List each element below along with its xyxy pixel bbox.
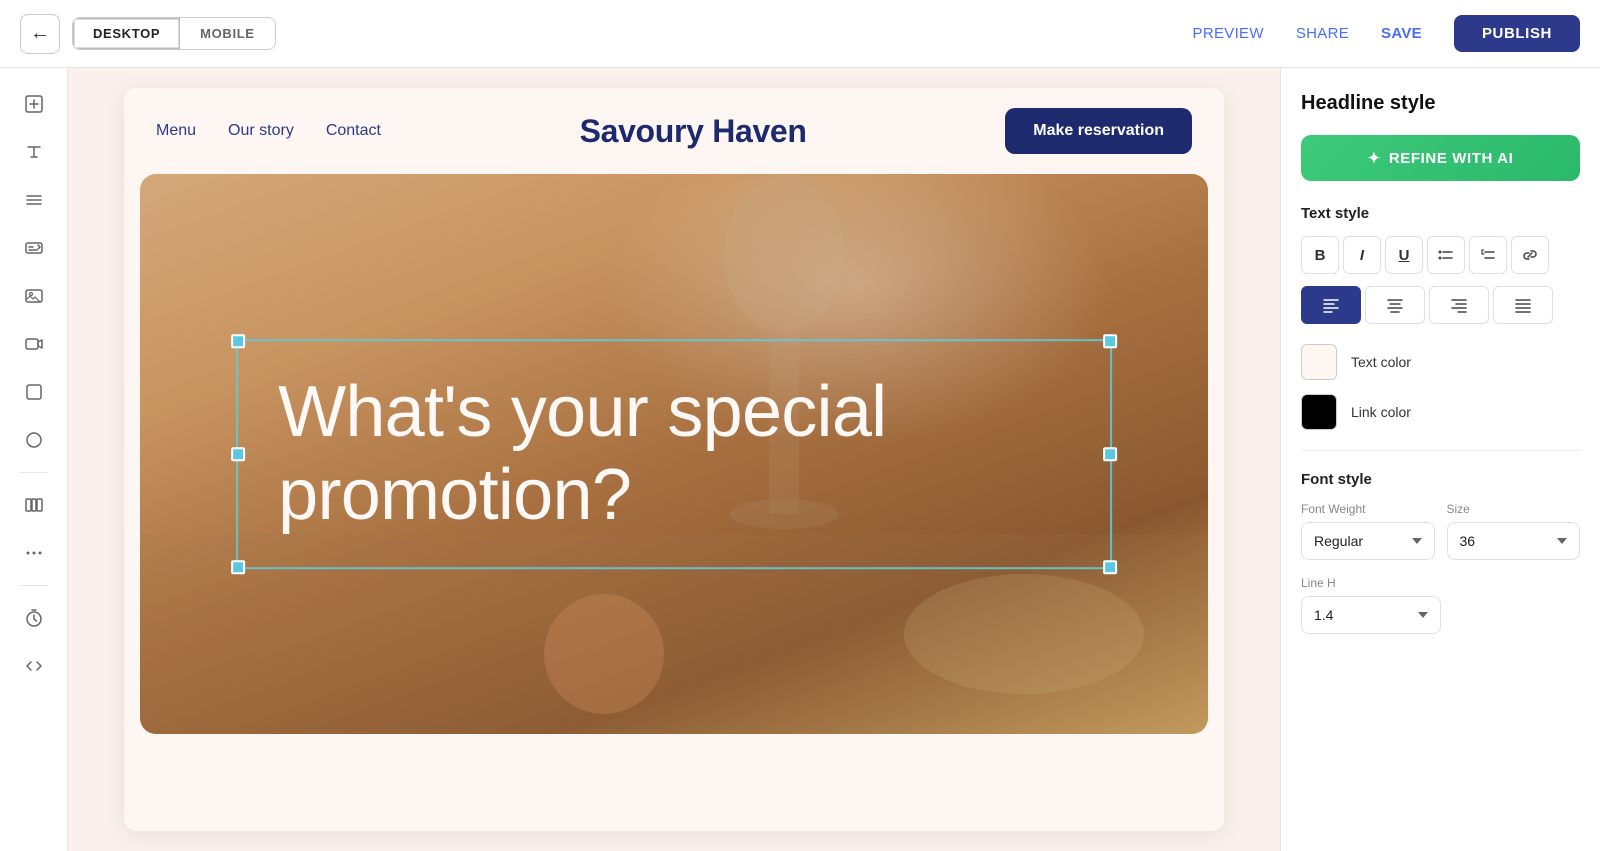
text-color-label: Text color bbox=[1351, 354, 1411, 370]
bullet-list-button[interactable] bbox=[1427, 236, 1465, 274]
alignment-toolbar bbox=[1301, 286, 1580, 324]
link-color-label: Link color bbox=[1351, 404, 1411, 420]
sidebar-divider-1 bbox=[20, 472, 48, 473]
text-style-section-label: Text style bbox=[1301, 205, 1580, 222]
font-size-field: Size 36 12 14 16 18 24 28 32 40 48 56 64… bbox=[1447, 502, 1581, 560]
panel-divider bbox=[1301, 450, 1580, 451]
preview-link[interactable]: PREVIEW bbox=[1193, 25, 1264, 42]
contact-nav-link[interactable]: Contact bbox=[326, 122, 381, 140]
line-height-select[interactable]: 1.4 1.0 1.1 1.2 1.3 1.5 1.6 1.8 2.0 bbox=[1301, 596, 1441, 634]
hero-text-box[interactable]: What's your special promotion? bbox=[236, 339, 1112, 569]
website-frame: Menu Our story Contact Savoury Haven Mak… bbox=[124, 88, 1224, 831]
line-height-section: Line H 1.4 1.0 1.1 1.2 1.3 1.5 1.6 1.8 2… bbox=[1301, 576, 1580, 634]
site-nav: Menu Our story Contact Savoury Haven Mak… bbox=[124, 88, 1224, 174]
image-icon[interactable] bbox=[14, 276, 54, 316]
font-size-label: Size bbox=[1447, 502, 1581, 516]
our-story-nav-link[interactable]: Our story bbox=[228, 122, 294, 140]
refine-ai-button[interactable]: ✦ REFINE WITH AI bbox=[1301, 135, 1580, 181]
ai-icon: ✦ bbox=[1368, 149, 1381, 167]
view-toggle: DESKTOP MOBILE bbox=[72, 17, 276, 50]
timer-icon[interactable] bbox=[14, 598, 54, 638]
code-icon[interactable] bbox=[14, 646, 54, 686]
italic-button[interactable]: I bbox=[1343, 236, 1381, 274]
hero-container: What's your special promotion? bbox=[140, 174, 1208, 734]
circle-icon[interactable] bbox=[14, 420, 54, 460]
main-layout: Menu Our story Contact Savoury Haven Mak… bbox=[0, 68, 1600, 851]
panel-title: Headline style bbox=[1301, 92, 1580, 115]
back-icon: ← bbox=[30, 22, 50, 45]
resize-handle-bl[interactable] bbox=[231, 560, 245, 574]
ordered-list-button[interactable] bbox=[1469, 236, 1507, 274]
menu-nav-link[interactable]: Menu bbox=[156, 122, 196, 140]
bold-button[interactable]: B bbox=[1301, 236, 1339, 274]
topbar-left: ← DESKTOP MOBILE bbox=[20, 14, 276, 54]
columns-icon[interactable] bbox=[14, 485, 54, 525]
box-icon[interactable] bbox=[14, 372, 54, 412]
caption-icon[interactable] bbox=[14, 228, 54, 268]
refine-ai-label: REFINE WITH AI bbox=[1389, 150, 1514, 167]
topbar: ← DESKTOP MOBILE PREVIEW SHARE SAVE PUBL… bbox=[0, 0, 1600, 68]
video-icon[interactable] bbox=[14, 324, 54, 364]
publish-button[interactable]: PUBLISH bbox=[1454, 15, 1580, 52]
underline-button[interactable]: U bbox=[1385, 236, 1423, 274]
text-color-row: Text color bbox=[1301, 344, 1580, 380]
add-section-icon[interactable] bbox=[14, 84, 54, 124]
font-style-grid: Font Weight Regular Thin Light Medium Se… bbox=[1301, 502, 1580, 560]
canvas-area: Menu Our story Contact Savoury Haven Mak… bbox=[68, 68, 1280, 851]
share-link[interactable]: SHARE bbox=[1296, 25, 1349, 42]
resize-handle-tr[interactable] bbox=[1103, 334, 1117, 348]
font-size-select[interactable]: 36 12 14 16 18 24 28 32 40 48 56 64 72 bbox=[1447, 522, 1581, 560]
align-left-button[interactable] bbox=[1301, 286, 1361, 324]
make-reservation-button[interactable]: Make reservation bbox=[1005, 108, 1192, 154]
brand-name: Savoury Haven bbox=[381, 113, 1005, 150]
back-button[interactable]: ← bbox=[20, 14, 60, 54]
mobile-view-button[interactable]: MOBILE bbox=[180, 18, 274, 49]
font-weight-label: Font Weight bbox=[1301, 502, 1435, 516]
resize-handle-tl[interactable] bbox=[231, 334, 245, 348]
nav-links: Menu Our story Contact bbox=[156, 122, 381, 140]
desktop-view-button[interactable]: DESKTOP bbox=[73, 18, 180, 49]
font-weight-field: Font Weight Regular Thin Light Medium Se… bbox=[1301, 502, 1435, 560]
link-color-swatch[interactable] bbox=[1301, 394, 1337, 430]
resize-handle-mr[interactable] bbox=[1103, 447, 1117, 461]
font-weight-select[interactable]: Regular Thin Light Medium Semi Bold Bold… bbox=[1301, 522, 1435, 560]
align-right-button[interactable] bbox=[1429, 286, 1489, 324]
hero-headline[interactable]: What's your special promotion? bbox=[278, 371, 1070, 537]
line-height-label: Line H bbox=[1301, 576, 1580, 590]
text-format-toolbar: B I U bbox=[1301, 236, 1580, 274]
link-button[interactable] bbox=[1511, 236, 1549, 274]
align-justify-button[interactable] bbox=[1493, 286, 1553, 324]
text-color-swatch[interactable] bbox=[1301, 344, 1337, 380]
font-style-section-label: Font style bbox=[1301, 471, 1580, 488]
left-sidebar bbox=[0, 68, 68, 851]
save-button[interactable]: SAVE bbox=[1381, 25, 1422, 42]
sidebar-divider-2 bbox=[20, 585, 48, 586]
layout-icon[interactable] bbox=[14, 180, 54, 220]
text-icon[interactable] bbox=[14, 132, 54, 172]
right-panel: Headline style ✦ REFINE WITH AI Text sty… bbox=[1280, 68, 1600, 851]
resize-handle-ml[interactable] bbox=[231, 447, 245, 461]
dots-icon[interactable] bbox=[14, 533, 54, 573]
link-color-row: Link color bbox=[1301, 394, 1580, 430]
resize-handle-br[interactable] bbox=[1103, 560, 1117, 574]
align-center-button[interactable] bbox=[1365, 286, 1425, 324]
topbar-right: PREVIEW SHARE SAVE PUBLISH bbox=[1193, 15, 1580, 52]
